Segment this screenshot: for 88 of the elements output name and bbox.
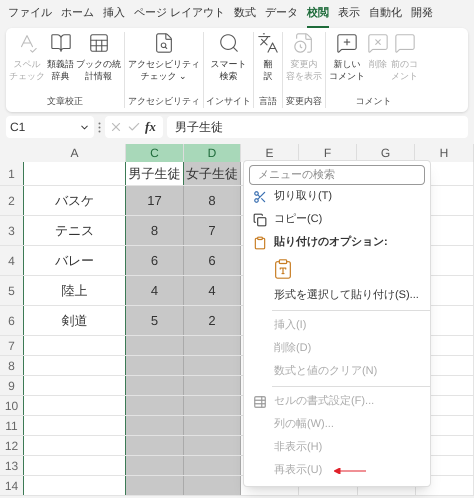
document-clock-icon bbox=[293, 32, 315, 54]
menu-search-field[interactable]: メニューの検索 bbox=[249, 165, 425, 185]
table-cell bbox=[184, 456, 241, 475]
row-header[interactable]: 5 bbox=[0, 276, 24, 305]
table-icon bbox=[88, 32, 110, 54]
menu-section-header: 貼り付けのオプション: bbox=[274, 234, 388, 250]
ribbon-tab[interactable]: ホーム bbox=[61, 0, 94, 28]
ribbon-tab[interactable]: 自動化 bbox=[369, 0, 402, 28]
table-cell bbox=[126, 396, 184, 415]
table-cell: 6 bbox=[184, 246, 241, 275]
table-cell bbox=[126, 456, 184, 475]
table-cell bbox=[184, 476, 241, 495]
table-cell: 4 bbox=[184, 276, 241, 305]
scissors-icon bbox=[253, 190, 267, 204]
row-header[interactable]: 2 bbox=[0, 186, 24, 215]
group-label: アクセシビリティ bbox=[128, 94, 200, 108]
formula-field[interactable]: 男子生徒 bbox=[167, 116, 468, 138]
ribbon-button[interactable]: 類義語 辞典 bbox=[46, 32, 75, 94]
row-header[interactable]: 10 bbox=[0, 396, 24, 415]
group-label: 変更内容 bbox=[286, 94, 322, 108]
ribbon-tab[interactable]: 数式 bbox=[234, 0, 256, 28]
row-header[interactable]: 1 bbox=[0, 162, 24, 185]
row-header[interactable]: 8 bbox=[0, 356, 24, 375]
row-header[interactable]: 7 bbox=[0, 336, 24, 355]
table-cell: 6 bbox=[126, 246, 184, 275]
row-header[interactable]: 11 bbox=[0, 416, 24, 435]
paste-values-icon[interactable] bbox=[272, 258, 294, 280]
table-cell bbox=[184, 356, 241, 375]
table-cell bbox=[126, 476, 184, 495]
table-cell: 男子生徒 bbox=[126, 162, 184, 185]
translate-icon bbox=[257, 32, 279, 54]
table-cell: 7 bbox=[184, 216, 241, 245]
row-header[interactable]: 3 bbox=[0, 216, 24, 245]
ribbon-tab[interactable]: 開発 bbox=[411, 0, 434, 28]
copy-icon bbox=[253, 212, 267, 226]
ribbon-button[interactable]: アクセシビリティ チェック ⌄ bbox=[127, 32, 201, 94]
table-cell: 8 bbox=[184, 186, 241, 215]
menu-item[interactable]: 切り取り(T) bbox=[274, 188, 332, 205]
table-cell: 8 bbox=[126, 216, 184, 245]
comment-icon bbox=[394, 32, 416, 54]
column-header[interactable]: C bbox=[126, 144, 184, 162]
search-icon bbox=[218, 32, 240, 54]
table-cell bbox=[184, 336, 241, 355]
ribbon-button[interactable]: スマート 検索 bbox=[210, 32, 248, 94]
table-cell: 17 bbox=[126, 186, 184, 215]
table-cell: 女子生徒 bbox=[184, 162, 241, 185]
table-cell bbox=[126, 376, 184, 395]
row-header[interactable]: 12 bbox=[0, 436, 24, 455]
clipboard-icon bbox=[253, 236, 267, 250]
row-header[interactable]: 13 bbox=[0, 456, 24, 475]
ribbon-button[interactable]: 翻 訳 bbox=[256, 32, 280, 94]
format-cells-icon bbox=[253, 394, 267, 408]
menu-item[interactable]: コピー(C) bbox=[274, 211, 322, 228]
table-cell bbox=[184, 396, 241, 415]
insert-function-button[interactable]: fx bbox=[145, 117, 156, 137]
ribbon-tab[interactable]: 挿入 bbox=[103, 0, 125, 28]
ribbon-button[interactable]: 新しい コメント bbox=[328, 32, 366, 94]
book-icon bbox=[50, 32, 72, 54]
table-cell bbox=[126, 336, 184, 355]
row-header[interactable]: 9 bbox=[0, 376, 24, 395]
comment-plus-icon bbox=[336, 32, 358, 54]
group-label: 言語 bbox=[259, 94, 277, 108]
column-header[interactable]: D bbox=[184, 144, 241, 162]
name-box[interactable]: C1 bbox=[6, 116, 94, 138]
ribbon-tab[interactable]: ページ レイアウト bbox=[134, 0, 226, 28]
group-label: コメント bbox=[356, 94, 392, 108]
table-cell bbox=[184, 376, 241, 395]
more-icon bbox=[98, 122, 101, 132]
ribbon-tab[interactable]: データ bbox=[265, 0, 298, 28]
table-cell bbox=[184, 436, 241, 455]
table-cell bbox=[126, 436, 184, 455]
table-cell: 2 bbox=[184, 306, 241, 335]
cancel-icon[interactable] bbox=[109, 120, 123, 134]
ribbon-tab[interactable]: 表示 bbox=[338, 0, 360, 28]
group-label: 文章校正 bbox=[47, 94, 83, 108]
table-cell: 5 bbox=[126, 306, 184, 335]
ribbon-button[interactable]: ブックの統 計情報 bbox=[75, 32, 122, 94]
table-cell bbox=[184, 416, 241, 435]
ribbon-tab[interactable]: ファイル bbox=[8, 0, 52, 28]
row-header[interactable]: 14 bbox=[0, 476, 24, 495]
table-cell bbox=[126, 356, 184, 375]
row-header[interactable]: 6 bbox=[0, 306, 24, 335]
table-cell: 4 bbox=[126, 276, 184, 305]
comment-x-icon bbox=[367, 32, 389, 54]
group-label: インサイト bbox=[206, 94, 251, 108]
table-cell bbox=[126, 416, 184, 435]
menu-item[interactable]: 形式を選択して貼り付け(S)... bbox=[274, 287, 419, 304]
row-header[interactable]: 4 bbox=[0, 246, 24, 275]
